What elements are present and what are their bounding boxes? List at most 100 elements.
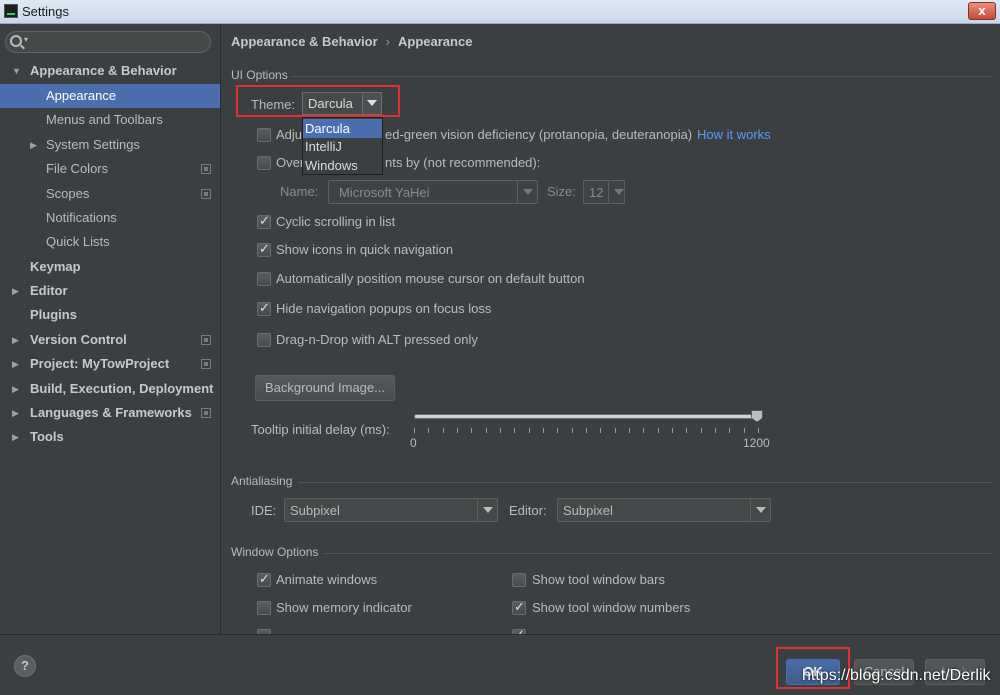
breadcrumb-parent[interactable]: Appearance & Behavior (231, 34, 378, 49)
dropdown-arrow-icon[interactable] (362, 93, 381, 114)
project-scope-icon (201, 189, 211, 199)
settings-search-input[interactable]: ▾ (5, 31, 211, 53)
slider-tick (658, 428, 659, 433)
collapsed-arrow-icon: ▶ (12, 408, 19, 418)
theme-option-intellij[interactable]: IntelliJ (303, 137, 382, 156)
slider-tick (557, 428, 558, 433)
slider-tick (643, 428, 644, 433)
sidebar-item-editor[interactable]: ▶ Editor (0, 279, 220, 303)
editor-antialiasing-dropdown[interactable]: Subpixel (557, 498, 771, 522)
section-title-antialiasing: Antialiasing (231, 474, 293, 488)
animate-windows-label: Animate windows (276, 572, 378, 587)
font-name-dropdown[interactable]: Microsoft YaHei (328, 180, 538, 204)
help-icon[interactable]: ? (14, 655, 36, 677)
show-memory-indicator-label: Show memory indicator (276, 600, 412, 615)
editor-antialiasing-label: Editor: (509, 503, 547, 518)
font-size-label: Size: (547, 184, 576, 199)
slider-tick (672, 428, 673, 433)
collapsed-arrow-icon: ▶ (12, 286, 19, 296)
sidebar-item-build-execution-deployment[interactable]: ▶ Build, Execution, Deployment (0, 377, 220, 401)
drag-drop-checkbox[interactable] (257, 333, 271, 347)
breadcrumb-current: Appearance (398, 34, 473, 49)
show-tool-window-bars-label: Show tool window bars (532, 572, 665, 587)
section-divider (292, 76, 992, 77)
project-scope-icon (201, 335, 211, 345)
show-tool-window-bars-checkbox[interactable] (512, 573, 526, 587)
dialog-button-bar: ? OK Cancel Apply https://blog.csdn.net/… (0, 634, 1000, 695)
window-title: Settings (22, 4, 69, 19)
section-divider (324, 553, 992, 554)
theme-dropdown-popup: Darcula IntelliJ Windows (302, 117, 383, 175)
adjust-colors-checkbox[interactable] (257, 128, 271, 142)
hide-nav-checkbox[interactable] (257, 300, 271, 316)
show-icons-label: Show icons in quick navigation (276, 242, 454, 257)
tooltip-min-label: 0 (410, 436, 417, 450)
section-title-ui-options: UI Options (231, 68, 288, 82)
dropdown-arrow-icon[interactable] (477, 499, 497, 521)
sidebar-item-quick-lists[interactable]: Quick Lists (0, 230, 220, 254)
sidebar-item-scopes[interactable]: Scopes (0, 182, 220, 206)
sidebar-item-appearance[interactable]: Appearance (0, 84, 220, 108)
slider-tick (758, 428, 759, 433)
show-icons-checkbox[interactable] (257, 241, 271, 257)
section-divider (298, 482, 992, 483)
slider-tick (572, 428, 573, 433)
slider-tick (744, 428, 745, 433)
theme-dropdown[interactable]: Darcula (302, 92, 382, 115)
background-image-button[interactable]: Background Image... (255, 375, 395, 401)
sidebar-item-project[interactable]: ▶ Project: MyTowProject (0, 352, 220, 376)
slider-tick (457, 428, 458, 433)
project-scope-icon (201, 164, 211, 174)
slider-tick (701, 428, 702, 433)
font-name-label: Name: (280, 184, 319, 199)
search-history-caret-icon: ▾ (24, 35, 29, 44)
theme-option-windows[interactable]: Windows (303, 156, 382, 175)
dropdown-arrow-icon (608, 181, 624, 203)
sidebar-item-keymap[interactable]: Keymap (0, 255, 220, 279)
adjust-colors-label-suffix: ed-green vision deficiency (protanopia, … (385, 127, 693, 142)
sidebar-item-appearance-behavior[interactable]: ▼ Appearance & Behavior (0, 59, 220, 83)
settings-sidebar: ▾ ▼ Appearance & Behavior Appearance Men… (0, 24, 221, 634)
ide-antialiasing-dropdown[interactable]: Subpixel (284, 498, 498, 522)
tooltip-delay-slider[interactable] (414, 414, 758, 419)
sidebar-item-version-control[interactable]: ▶ Version Control (0, 328, 220, 352)
cyclic-scrolling-label: Cyclic scrolling in list (276, 214, 396, 229)
close-window-button[interactable]: x (968, 2, 996, 20)
sidebar-item-notifications[interactable]: Notifications (0, 206, 220, 230)
slider-tick (514, 428, 515, 433)
sidebar-item-file-colors[interactable]: File Colors (0, 157, 220, 181)
override-fonts-checkbox[interactable] (257, 156, 271, 170)
expanded-arrow-icon: ▼ (12, 66, 21, 76)
collapsed-arrow-icon: ▶ (12, 432, 19, 442)
sidebar-item-tools[interactable]: ▶ Tools (0, 425, 220, 449)
slider-tick (414, 428, 415, 433)
dropdown-arrow-icon[interactable] (750, 499, 770, 521)
cyclic-scrolling-checkbox[interactable] (257, 213, 271, 229)
theme-option-darcula[interactable]: Darcula (303, 119, 382, 138)
font-size-dropdown[interactable]: 12 (583, 180, 625, 204)
sidebar-item-system-settings[interactable]: ▶ System Settings (0, 133, 220, 157)
how-it-works-link[interactable]: How it works (697, 127, 771, 142)
slider-tick (428, 428, 429, 433)
search-icon (10, 35, 22, 47)
sidebar-item-plugins[interactable]: Plugins (0, 303, 220, 327)
animate-windows-checkbox[interactable] (257, 571, 271, 587)
override-fonts-label-prefix: Over (276, 155, 305, 170)
sidebar-item-menus-toolbars[interactable]: Menus and Toolbars (0, 108, 220, 132)
collapsed-arrow-icon: ▶ (12, 335, 19, 345)
drag-drop-label: Drag-n-Drop with ALT pressed only (276, 332, 478, 347)
show-memory-indicator-checkbox[interactable] (257, 601, 271, 615)
ide-antialiasing-label: IDE: (251, 503, 277, 518)
collapsed-arrow-icon: ▶ (12, 384, 19, 394)
watermark-text: https://blog.csdn.net/Derlik (802, 667, 991, 684)
slider-tick (543, 428, 544, 433)
slider-tick (686, 428, 687, 433)
dropdown-arrow-icon (517, 181, 537, 203)
sidebar-item-languages-frameworks[interactable]: ▶ Languages & Frameworks (0, 401, 220, 425)
tooltip-delay-slider-thumb[interactable] (751, 410, 763, 422)
slider-tick (471, 428, 472, 433)
show-tool-window-numbers-checkbox[interactable] (512, 599, 526, 615)
auto-mouse-checkbox[interactable] (257, 272, 271, 286)
slider-tick (486, 428, 487, 433)
slider-tick (500, 428, 501, 433)
